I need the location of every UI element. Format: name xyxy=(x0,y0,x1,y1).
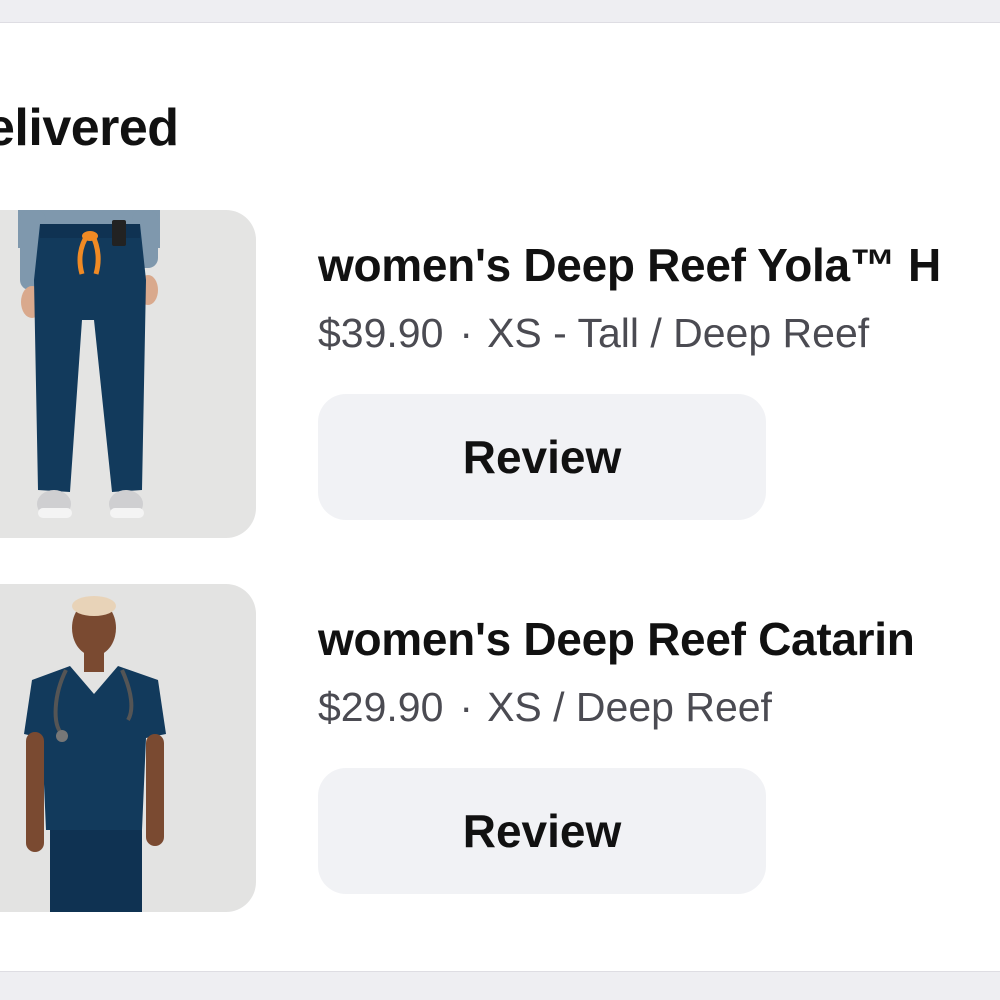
product-variant: XS / Deep Reef xyxy=(487,684,772,730)
order-item: women's Deep Reef Catarin $29.90 · XS / De… xyxy=(0,584,1000,914)
review-button[interactable]: Review xyxy=(318,768,766,894)
product-meta: $29.90 · XS / Deep Reef xyxy=(318,684,772,731)
product-meta: $39.90 · XS - Tall / Deep Reef xyxy=(318,310,869,357)
product-price: $39.90 xyxy=(318,310,444,356)
product-name[interactable]: women's Deep Reef Catarin xyxy=(318,612,915,666)
product-image-scrub-top[interactable] xyxy=(0,584,256,912)
product-name[interactable]: women's Deep Reef Yola™ H xyxy=(318,238,941,292)
meta-separator: · xyxy=(459,684,474,730)
review-button[interactable]: Review xyxy=(318,394,766,520)
meta-separator: · xyxy=(459,310,474,356)
product-image-pants[interactable] xyxy=(0,210,256,538)
order-item: women's Deep Reef Yola™ H $39.90 · XS - Ta… xyxy=(0,210,1000,540)
section-title-delivered: elivered xyxy=(0,99,179,157)
product-variant: XS - Tall / Deep Reef xyxy=(487,310,870,356)
product-price: $29.90 xyxy=(318,684,444,730)
